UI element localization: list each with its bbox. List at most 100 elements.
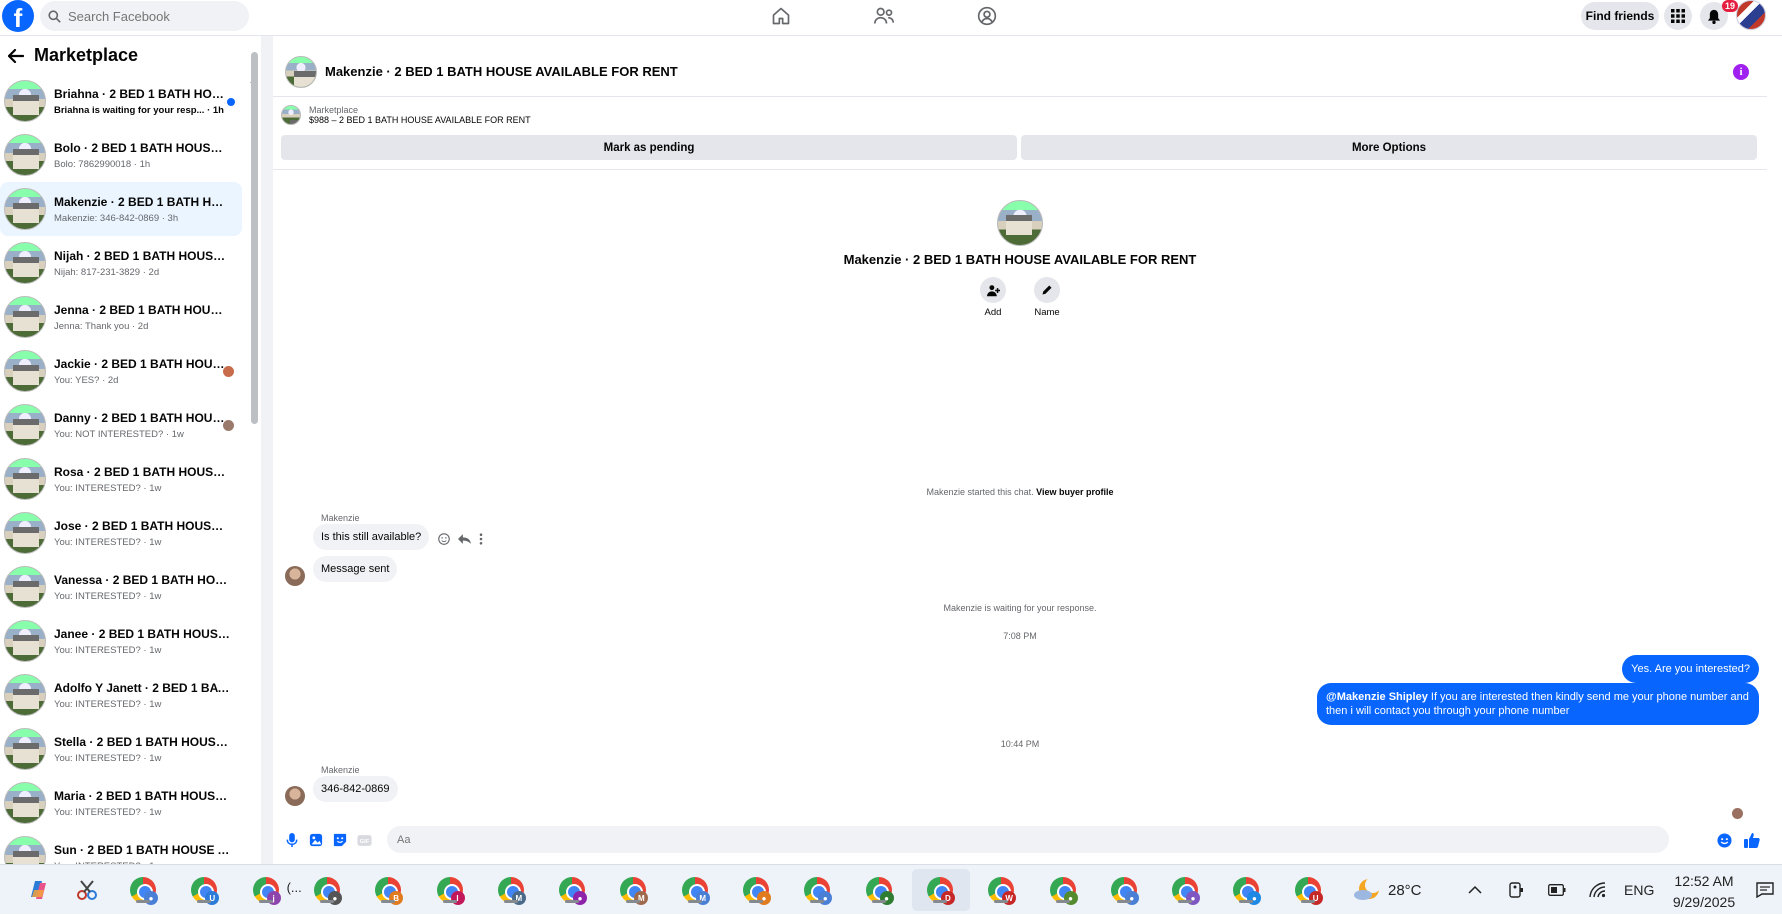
seen-avatar: [222, 419, 235, 432]
conversation-item[interactable]: Nijah · 2 BED 1 BATH HOUSE AVAILABLE FOR…: [0, 236, 242, 290]
chrome-profile-taskbar-icon[interactable]: D: [925, 875, 955, 905]
language-indicator[interactable]: ENG: [1624, 865, 1654, 915]
conversation-item[interactable]: Maria · 2 BED 1 BATH HOUSE AVAILABLE FOR…: [0, 776, 242, 830]
menu-grid-icon[interactable]: [1664, 2, 1692, 30]
photo-icon[interactable]: [307, 831, 325, 849]
chrome-profile-taskbar-icon[interactable]: M: [618, 875, 649, 905]
chrome-profile-taskbar-icon[interactable]: B: [373, 875, 404, 905]
chat-listing-thumbnail[interactable]: [285, 55, 317, 88]
chrome-profile-taskbar-icon[interactable]: ●: [312, 875, 342, 905]
mark-as-pending-button[interactable]: Mark as pending: [281, 135, 1017, 160]
outgoing-message[interactable]: @Makenzie Shipley If you are interested …: [1317, 683, 1759, 725]
name-action[interactable]: Name: [1032, 277, 1062, 318]
incoming-message[interactable]: 346-842-0869: [313, 776, 398, 802]
chrome-profile-taskbar-icon[interactable]: ●: [864, 875, 894, 905]
chrome-profile-taskbar-icon[interactable]: W: [986, 875, 1017, 905]
weather-widget[interactable]: 28°C: [1352, 865, 1422, 915]
incoming-message[interactable]: Is this still available?: [313, 524, 430, 550]
conversation-item[interactable]: Janee · 2 BED 1 BATH HOUSE AVAILABLE FOR…: [0, 614, 242, 668]
listing-thumbnail: [4, 80, 46, 122]
info-icon[interactable]: i: [1733, 64, 1749, 80]
search-input[interactable]: [68, 8, 228, 24]
incoming-message[interactable]: Message sent: [313, 556, 398, 582]
microphone-icon[interactable]: [283, 831, 301, 849]
chrome-profile-taskbar-icon[interactable]: ●: [802, 875, 833, 905]
chat-title[interactable]: Makenzie · 2 BED 1 BATH HOUSE AVAILABLE …: [325, 64, 678, 79]
home-icon[interactable]: [768, 4, 794, 28]
notification-center-icon[interactable]: [1756, 865, 1774, 915]
profile-circle-icon[interactable]: [974, 4, 1000, 28]
conversation-item[interactable]: Rosa · 2 BED 1 BATH HOUSE AVAILABLE FOR …: [0, 452, 242, 506]
add-action[interactable]: Add: [978, 277, 1008, 318]
chrome-profile-taskbar-icon[interactable]: ●: [1048, 875, 1078, 905]
snipping-tool-icon[interactable]: [72, 875, 102, 905]
more-options-button[interactable]: More Options: [1021, 135, 1757, 160]
battery-icon[interactable]: [1548, 865, 1566, 915]
facebook-logo-icon[interactable]: f: [2, 0, 34, 32]
chrome-profile-taskbar-icon[interactable]: U: [1293, 875, 1323, 905]
panel-divider: [261, 36, 273, 864]
message-input[interactable]: [387, 826, 1669, 853]
chrome-profile-taskbar-icon[interactable]: j: [251, 875, 281, 905]
friends-icon[interactable]: [871, 4, 897, 28]
copilot-icon[interactable]: [23, 875, 53, 905]
listing-thumbnail: [4, 674, 46, 716]
chrome-profile-taskbar-icon[interactable]: ●: [1231, 875, 1262, 905]
chrome-profile-taskbar-icon[interactable]: ●: [1170, 875, 1201, 905]
mention[interactable]: @Makenzie Shipley: [1326, 691, 1428, 703]
back-arrow-icon[interactable]: [8, 48, 24, 63]
find-friends-button[interactable]: Find friends: [1581, 2, 1659, 30]
conversation-text: Jenna · 2 BED 1 BATH HOUSE AVAILABLE FOR…: [54, 303, 230, 332]
conversation-item[interactable]: Briahna · 2 BED 1 BATH HOUSE AVAILABLE F…: [0, 74, 242, 128]
chrome-profile-taskbar-icon[interactable]: ●: [557, 875, 588, 905]
gif-icon[interactable]: GIF: [355, 831, 373, 849]
conversation-text: Nijah · 2 BED 1 BATH HOUSE AVAILABLE FOR…: [54, 249, 230, 278]
conversation-item[interactable]: Stella · 2 BED 1 BATH HOUSE AVAILABLE FO…: [0, 722, 242, 776]
search-box[interactable]: [40, 1, 249, 31]
chrome-profile-taskbar-icon[interactable]: U: [189, 875, 220, 905]
add-person-icon[interactable]: [980, 277, 1006, 303]
conversation-item[interactable]: Jose · 2 BED 1 BATH HOUSE AVAILABLE FOR …: [0, 506, 242, 560]
chrome-profile-taskbar-icon[interactable]: I: [435, 875, 465, 905]
sender-avatar[interactable]: [285, 566, 305, 586]
outgoing-message[interactable]: Yes. Are you interested?: [1622, 655, 1759, 683]
conversation-item[interactable]: Vanessa · 2 BED 1 BATH HOUSE AVAILABLE F…: [0, 560, 242, 614]
view-buyer-profile-link[interactable]: View buyer profile: [1036, 487, 1113, 497]
chrome-profile-taskbar-icon[interactable]: ●: [741, 875, 771, 905]
conversation-item[interactable]: Jenna · 2 BED 1 BATH HOUSE AVAILABLE FOR…: [0, 290, 242, 344]
sender-avatar[interactable]: [285, 786, 305, 806]
account-avatar[interactable]: [1736, 0, 1766, 30]
chrome-profile-taskbar-icon[interactable]: ●: [1109, 875, 1139, 905]
conversation-text: Makenzie · 2 BED 1 BATH HOUSE AVAILABLE …: [54, 195, 230, 224]
conversation-item[interactable]: Bolo · 2 BED 1 BATH HOUSE AVAILABLE FOR …: [0, 128, 242, 182]
sticker-icon[interactable]: [331, 831, 349, 849]
pencil-icon[interactable]: [1034, 277, 1060, 303]
conversation-item[interactable]: Sun · 2 BED 1 BATH HOUSE AVAILABLE FOR R…: [0, 830, 242, 864]
running-indicator: [1239, 900, 1254, 903]
conversation-item[interactable]: Adolfo Y Janett · 2 BED 1 BATH HOUSE AVA…: [0, 668, 242, 722]
sidebar-scroll-thumb[interactable]: [251, 52, 258, 424]
chrome-profile-taskbar-icon[interactable]: M: [680, 875, 710, 905]
header-divider: [273, 169, 1767, 170]
chrome-profile-taskbar-icon[interactable]: M: [496, 875, 526, 905]
marketplace-sidebar: Marketplace Briahna · 2 BED 1 BATH HOUSE…: [0, 37, 260, 864]
conversation-item[interactable]: Danny · 2 BED 1 BATH HOUSE AVAILABLE FOR…: [0, 398, 242, 452]
listing-thumbnail: [4, 350, 46, 392]
like-thumb-icon[interactable]: [1743, 831, 1761, 849]
conversation-title: Bolo · 2 BED 1 BATH HOUSE AVAILABLE FOR …: [54, 140, 230, 155]
reply-icon[interactable]: [458, 533, 471, 545]
react-emoji-icon[interactable]: [438, 533, 450, 545]
emoji-icon[interactable]: [1715, 831, 1733, 849]
more-vertical-icon[interactable]: [479, 533, 483, 545]
system-clock[interactable]: 12:52 AM 9/29/2025: [1665, 871, 1743, 913]
conversation-preview: You: INTERESTED? · 1w: [54, 806, 162, 818]
camera-usage-icon[interactable]: [1508, 865, 1524, 915]
chrome-profile-taskbar-icon[interactable]: ●: [128, 875, 158, 905]
clock-time: 12:52 AM: [1674, 873, 1734, 889]
listing-summary[interactable]: Marketplace $988 – 2 BED 1 BATH HOUSE AV…: [281, 105, 531, 125]
conversation-item[interactable]: Makenzie · 2 BED 1 BATH HOUSE AVAILABLE …: [0, 182, 242, 236]
wifi-icon[interactable]: [1588, 865, 1606, 915]
show-hidden-icons-chevron-icon[interactable]: [1468, 865, 1482, 915]
conversation-item[interactable]: Jackie · 2 BED 1 BATH HOUSE AVAILABLE FO…: [0, 344, 242, 398]
seen-indicator-avatar: [1732, 808, 1743, 819]
